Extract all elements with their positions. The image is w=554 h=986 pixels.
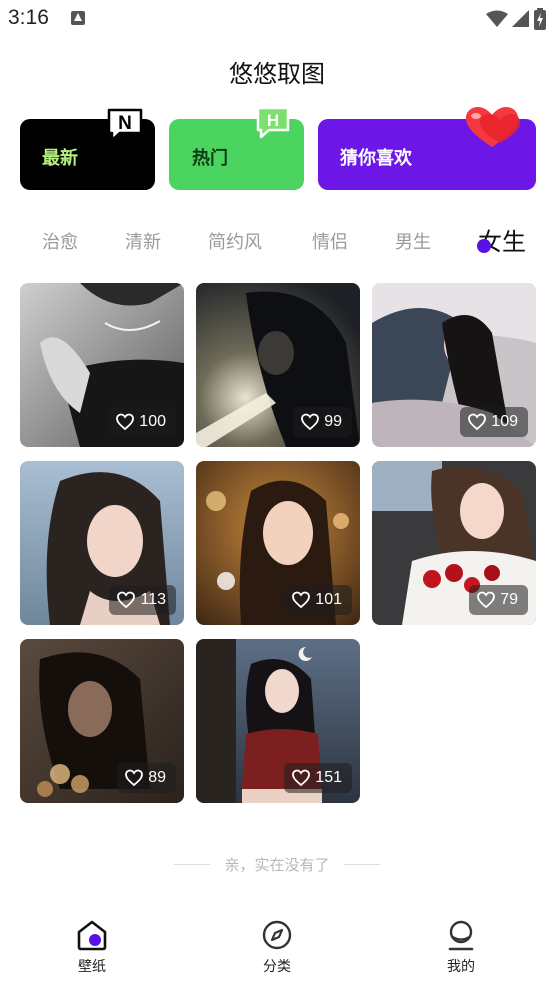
tab-healing[interactable]: 治愈 <box>42 228 78 254</box>
bottom-nav: 壁纸 分类 我的 <box>0 912 554 986</box>
nav-label-wallpaper: 壁纸 <box>78 959 106 975</box>
heart-outline-icon <box>477 591 496 609</box>
heart-outline-icon <box>468 413 487 431</box>
svg-text:N: N <box>118 113 132 134</box>
photo-card[interactable]: 100 <box>20 283 184 447</box>
status-time: 3:16 <box>8 6 49 29</box>
status-bar: 3:16 <box>0 0 554 38</box>
compass-icon <box>262 920 292 950</box>
category-latest-card[interactable]: 最新 N <box>20 108 155 190</box>
nav-label-category: 分类 <box>263 959 291 975</box>
like-count: 101 <box>315 591 342 608</box>
heart-outline-icon <box>292 769 311 787</box>
nav-item-wallpaper[interactable]: 壁纸 <box>52 918 132 976</box>
heart-outline-icon <box>292 591 311 609</box>
home-icon <box>77 920 107 951</box>
photo-card[interactable]: 99 <box>196 283 360 447</box>
like-button[interactable]: 99 <box>293 407 352 437</box>
new-badge-icon: N <box>107 108 143 142</box>
like-count: 100 <box>139 413 166 430</box>
divider <box>343 863 380 865</box>
category-hot-card[interactable]: 热门 H <box>169 106 304 190</box>
heart-outline-icon <box>301 413 320 431</box>
signal-icon <box>512 10 529 27</box>
active-tab-indicator <box>477 239 491 253</box>
notification-app-icon <box>71 11 85 25</box>
nav-item-mine[interactable]: 我的 <box>421 918 501 976</box>
photo-card[interactable]: 151 <box>196 639 360 803</box>
heart-outline-icon <box>117 591 136 609</box>
end-of-list-note: 亲，实在没有了 <box>0 854 554 874</box>
like-count: 113 <box>140 591 166 608</box>
like-count: 151 <box>315 769 342 786</box>
like-button[interactable]: 113 <box>109 585 176 615</box>
heart-outline-icon <box>116 413 135 431</box>
like-button[interactable]: 79 <box>469 585 528 615</box>
svg-text:H: H <box>267 111 279 130</box>
hot-badge-icon: H <box>256 106 290 139</box>
like-button[interactable]: 89 <box>117 763 176 793</box>
category-hot-label: 热门 <box>192 148 228 169</box>
tab-fresh[interactable]: 清新 <box>125 228 161 254</box>
like-count: 99 <box>324 413 342 430</box>
like-button[interactable]: 101 <box>284 585 352 615</box>
profile-icon <box>448 920 474 951</box>
status-indicators <box>486 8 546 30</box>
tab-minimal[interactable]: 简约风 <box>208 228 262 254</box>
like-button[interactable]: 151 <box>284 763 352 793</box>
divider <box>174 863 211 865</box>
like-count: 89 <box>148 769 166 786</box>
category-guess-card[interactable]: 猜你喜欢 <box>318 107 536 190</box>
photo-card[interactable]: 101 <box>196 461 360 625</box>
like-button[interactable]: 109 <box>460 407 528 437</box>
end-of-list-text: 亲，实在没有了 <box>224 855 330 874</box>
tab-male[interactable]: 男生 <box>395 228 431 254</box>
nav-label-mine: 我的 <box>447 959 475 975</box>
like-button[interactable]: 100 <box>108 407 176 437</box>
photo-card[interactable]: 79 <box>372 461 536 625</box>
photo-card[interactable]: 113 <box>20 461 184 625</box>
page-title: 悠悠取图 <box>229 60 325 88</box>
heart-outline-icon <box>125 769 144 787</box>
photo-card[interactable]: 89 <box>20 639 184 803</box>
category-guess-label: 猜你喜欢 <box>340 148 412 169</box>
tab-couple[interactable]: 情侣 <box>312 228 348 254</box>
category-latest-label: 最新 <box>42 148 78 169</box>
heart-badge-icon <box>466 107 520 147</box>
nav-item-category[interactable]: 分类 <box>237 918 317 976</box>
like-count: 79 <box>500 591 518 608</box>
photo-card[interactable]: 109 <box>372 283 536 447</box>
wifi-icon <box>486 10 508 27</box>
like-count: 109 <box>491 413 518 430</box>
style-tabs: 治愈 清新 简约风 情侣 男生 女生 <box>0 222 554 262</box>
battery-icon <box>534 8 546 30</box>
